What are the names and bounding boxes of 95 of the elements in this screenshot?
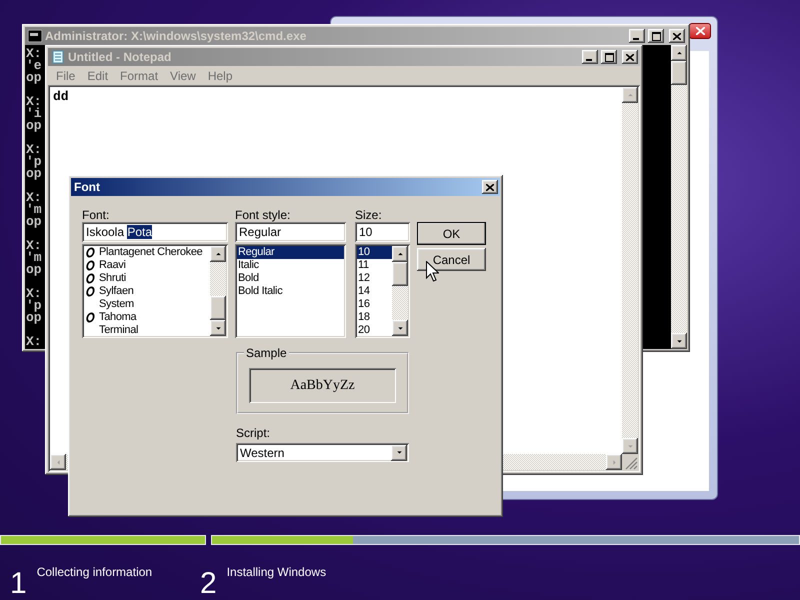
opentype-font-icon — [85, 260, 96, 271]
vertical-scrollbar[interactable] — [622, 87, 638, 454]
step-label: Installing Windows — [226, 565, 326, 581]
console-line: op — [26, 168, 42, 180]
minimize-button[interactable] — [582, 50, 598, 64]
list-item[interactable]: 18 — [357, 311, 392, 324]
font-name-field[interactable]: Iskoola Pota — [82, 222, 228, 242]
close-icon — [486, 184, 494, 190]
resize-grip-icon[interactable] — [622, 454, 638, 470]
sample-preview: AaBbYyZz — [249, 368, 396, 403]
list-item[interactable]: Italic — [237, 259, 344, 272]
list-item[interactable]: Shruti — [84, 272, 210, 285]
dialog-button[interactable]: OK — [417, 222, 486, 245]
scroll-up-button[interactable] — [392, 246, 408, 262]
list-item[interactable]: System — [84, 298, 210, 311]
size-field[interactable]: 10 — [355, 222, 410, 242]
maximize-button[interactable] — [601, 50, 617, 64]
console-line: 'p — [26, 300, 42, 312]
list-item[interactable]: 20 — [357, 324, 392, 336]
step-label: Collecting information — [36, 565, 152, 581]
console-line: 'e — [26, 60, 42, 72]
font-label: Font: — [82, 208, 110, 222]
font-style-field[interactable]: Regular — [235, 222, 346, 242]
console-line: X: — [26, 240, 42, 252]
dialog-button[interactable]: Cancel — [417, 248, 486, 271]
vertical-scrollbar[interactable] — [671, 45, 687, 349]
list-item[interactable]: Plantagenet Cherokee — [84, 246, 210, 259]
scroll-down-button[interactable] — [671, 333, 687, 349]
close-icon — [673, 32, 681, 40]
console-line: 'i — [26, 108, 42, 120]
window-title: Administrator: X:\windows\system32\cmd.exe — [45, 29, 308, 43]
window-title: Untitled - Notepad — [68, 50, 172, 64]
list-item[interactable]: 16 — [357, 298, 392, 311]
maximize-icon — [604, 52, 614, 62]
console-line: X: — [26, 144, 42, 156]
console-icon — [28, 30, 42, 42]
size-label: Size: — [355, 208, 383, 222]
list-item[interactable]: Bold Italic — [237, 285, 344, 298]
list-item[interactable]: Raavi — [84, 259, 210, 272]
console-line: op — [26, 216, 42, 228]
vertical-scrollbar[interactable] — [392, 246, 408, 336]
opentype-font-icon — [85, 247, 96, 258]
scroll-thumb[interactable] — [392, 262, 408, 286]
list-item[interactable]: Sylfaen — [84, 285, 210, 298]
list-item[interactable]: 12 — [357, 272, 392, 285]
scroll-right-button[interactable] — [606, 454, 622, 470]
list-item[interactable]: Bold — [237, 272, 344, 285]
close-button[interactable] — [689, 23, 711, 39]
opentype-font-icon — [85, 273, 96, 284]
vertical-scrollbar[interactable] — [210, 246, 226, 336]
console-line: op — [26, 120, 42, 132]
console-line: op — [26, 264, 42, 276]
close-icon — [696, 27, 704, 35]
list-item[interactable]: 14 — [357, 285, 392, 298]
scroll-down-button[interactable] — [210, 320, 226, 336]
list-item[interactable]: Tahoma — [84, 311, 210, 324]
opentype-font-icon — [85, 312, 96, 323]
scroll-thumb[interactable] — [671, 61, 687, 85]
script-label: Script: — [236, 426, 272, 440]
console-line: X: — [26, 336, 42, 348]
scroll-down-button[interactable] — [392, 320, 408, 336]
console-line: 'm — [26, 252, 42, 264]
console-line: op — [26, 312, 42, 324]
minimize-button[interactable] — [629, 29, 645, 43]
scroll-up-button[interactable] — [210, 246, 226, 262]
notepad-icon — [51, 50, 65, 64]
close-button[interactable] — [669, 29, 685, 43]
list-item[interactable]: 11 — [357, 259, 392, 272]
window-title: Font — [74, 180, 101, 194]
scroll-up-button[interactable] — [671, 45, 687, 61]
step-number: 1 — [10, 569, 27, 599]
sample-label: Sample — [244, 346, 289, 360]
console-line: X: — [26, 192, 42, 204]
console-line: X: — [26, 288, 42, 300]
script-dropdown[interactable]: Western — [236, 443, 409, 462]
font-style-label: Font style: — [235, 208, 292, 222]
step-number: 2 — [200, 569, 217, 599]
close-icon — [626, 54, 634, 60]
scroll-left-button[interactable] — [50, 454, 66, 470]
console-line: 'm — [26, 204, 42, 216]
maximize-icon — [652, 32, 660, 40]
list-item[interactable]: Regular — [237, 246, 344, 259]
close-button[interactable] — [622, 50, 638, 64]
scroll-down-button[interactable] — [622, 438, 638, 454]
opentype-font-icon — [85, 286, 96, 297]
list-item[interactable]: Terminal — [84, 324, 210, 336]
scroll-thumb[interactable] — [210, 296, 226, 320]
console-line: 'p — [26, 156, 42, 168]
close-button[interactable] — [482, 180, 498, 194]
maximize-button[interactable] — [648, 29, 664, 43]
console-line: X: — [26, 96, 42, 108]
scroll-up-button[interactable] — [622, 87, 638, 103]
console-line: op — [26, 72, 42, 84]
list-item[interactable]: 10 — [357, 246, 392, 259]
console-line: X: — [26, 48, 42, 60]
